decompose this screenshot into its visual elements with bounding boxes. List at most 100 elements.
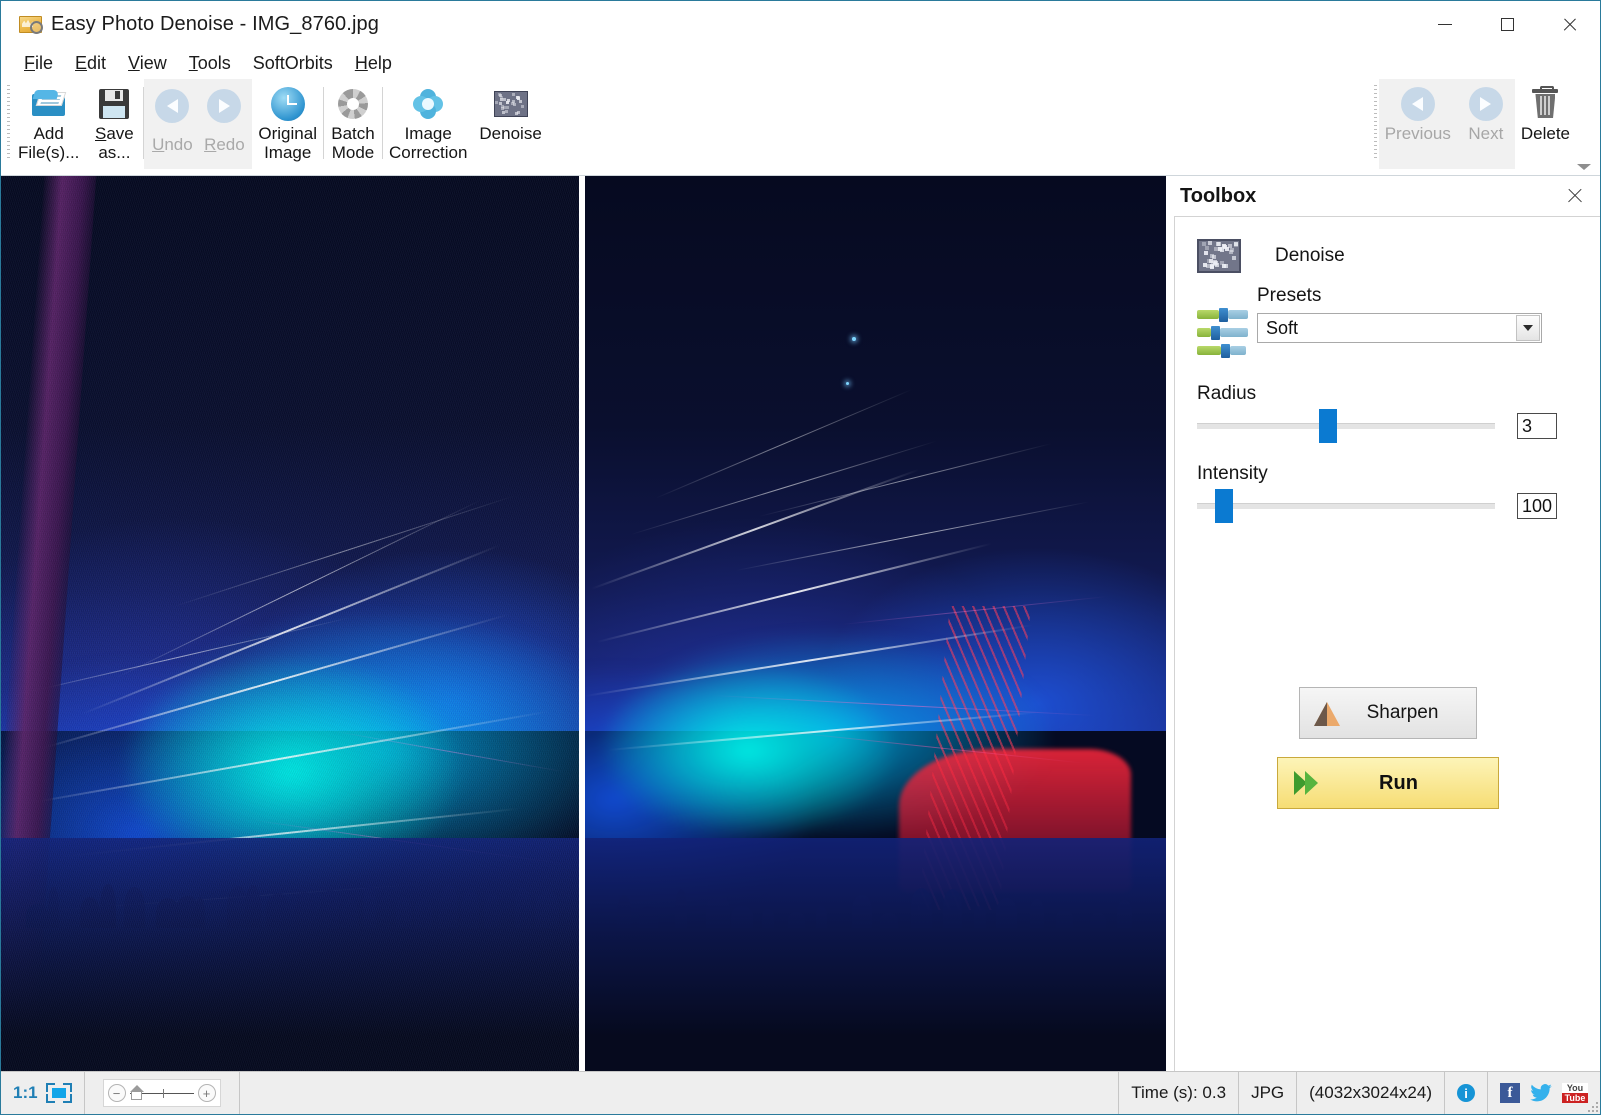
zoom-slider[interactable]: − + xyxy=(103,1079,221,1107)
menu-help-rest: elp xyxy=(368,53,392,73)
fit-to-window-icon[interactable] xyxy=(46,1083,72,1103)
nav-group-grip[interactable] xyxy=(1374,85,1377,161)
menu-file-rest: ile xyxy=(35,53,53,73)
history-clock-icon xyxy=(271,85,305,123)
image-correction-label: Image Correction xyxy=(389,124,467,162)
radius-slider-thumb[interactable] xyxy=(1319,409,1337,443)
twitter-icon[interactable] xyxy=(1530,1084,1552,1102)
zoom-slider-tick xyxy=(163,1089,164,1098)
toolbar: Add File(s)... Save as... Undo Redo Orig… xyxy=(1,79,1600,176)
previous-button[interactable]: Previous xyxy=(1379,79,1457,169)
next-button[interactable]: Next xyxy=(1457,79,1515,169)
redo-arrow-icon xyxy=(207,89,241,123)
facebook-icon[interactable]: f xyxy=(1500,1083,1520,1103)
preview-canvas xyxy=(1,176,1163,1071)
status-spacer xyxy=(240,1072,1120,1114)
undo-arrow-icon xyxy=(155,89,189,123)
menu-view[interactable]: View xyxy=(117,50,178,77)
sharpen-label: Sharpen xyxy=(1340,702,1476,724)
toolbox-close-icon[interactable] xyxy=(1564,185,1586,207)
zoom-home-icon[interactable] xyxy=(130,1085,144,1101)
open-folder-icon xyxy=(32,85,66,123)
redo-button[interactable]: Redo xyxy=(198,79,250,169)
app-icon xyxy=(19,14,41,34)
add-files-label: Add File(s)... xyxy=(18,124,79,162)
radius-value-field[interactable]: 3 xyxy=(1517,413,1557,439)
toolbox-content: Denoise Presets Soft Radius 3 Intensity … xyxy=(1174,216,1600,1071)
delete-label: Delete xyxy=(1521,124,1570,143)
original-image-label: Original Image xyxy=(258,124,317,162)
dimensions-cell: (4032x3024x24) xyxy=(1297,1072,1445,1114)
youtube-top-label: You xyxy=(1562,1083,1588,1093)
menu-edit[interactable]: Edit xyxy=(64,50,117,77)
radius-control: Radius 3 xyxy=(1175,383,1600,441)
gear-icon xyxy=(336,85,370,123)
delete-button[interactable]: Delete xyxy=(1515,79,1576,169)
intensity-slider-track xyxy=(1197,503,1495,509)
chevron-down-icon[interactable] xyxy=(1576,162,1592,172)
sharpen-icon xyxy=(1314,700,1340,726)
redo-label: Redo xyxy=(204,135,245,155)
resize-grip[interactable] xyxy=(1586,1100,1598,1112)
intensity-slider[interactable] xyxy=(1197,491,1495,521)
toolbar-grip[interactable] xyxy=(7,85,10,161)
menu-tools[interactable]: Tools xyxy=(178,50,242,77)
undo-button[interactable]: Undo xyxy=(146,79,198,169)
image-correction-button[interactable]: Image Correction xyxy=(383,79,473,169)
application-window: Easy Photo Denoise - IMG_8760.jpg File E… xyxy=(0,0,1601,1115)
youtube-bottom-label: Tube xyxy=(1562,1093,1588,1103)
denoise-icon xyxy=(494,85,528,123)
run-button[interactable]: Run xyxy=(1277,757,1499,809)
window-controls xyxy=(1414,1,1600,47)
minimize-icon xyxy=(1438,24,1452,25)
menu-softorbits[interactable]: SoftOrbits xyxy=(242,50,344,77)
minimize-button[interactable] xyxy=(1414,1,1476,47)
menu-view-rest: iew xyxy=(140,53,167,73)
intensity-value-field[interactable]: 100 xyxy=(1517,493,1557,519)
prev-next-group: Previous Next xyxy=(1379,79,1515,169)
zoom-ratio-cell[interactable]: 1:1 xyxy=(1,1072,85,1114)
next-label: Next xyxy=(1468,124,1503,143)
toolbox-panel: Toolbox Denoise Presets Soft Radius 3 In… xyxy=(1163,176,1600,1071)
save-as-button[interactable]: Save as... xyxy=(85,79,143,169)
presets-row: Presets Soft xyxy=(1175,285,1600,361)
batch-mode-label: Batch Mode xyxy=(331,124,374,162)
denoise-button[interactable]: Denoise xyxy=(473,79,547,169)
presets-dropdown[interactable]: Soft xyxy=(1257,313,1542,343)
flower-correction-icon xyxy=(411,85,445,123)
menu-edit-rest: dit xyxy=(87,53,106,73)
zoom-out-button[interactable]: − xyxy=(108,1084,126,1102)
undo-label: Undo xyxy=(152,135,193,155)
menu-help[interactable]: Help xyxy=(344,50,403,77)
info-icon[interactable]: i xyxy=(1457,1084,1475,1102)
denoise-tool-icon xyxy=(1197,239,1241,273)
save-as-label: Save as... xyxy=(95,124,134,162)
info-cell[interactable]: i xyxy=(1445,1072,1488,1114)
floppy-disk-icon xyxy=(99,85,129,123)
radius-slider[interactable] xyxy=(1197,411,1495,441)
menu-tools-rest: ools xyxy=(198,53,231,73)
title-bar: Easy Photo Denoise - IMG_8760.jpg xyxy=(1,1,1600,47)
undo-redo-group: Undo Redo xyxy=(144,79,252,169)
denoised-image-pane[interactable] xyxy=(585,176,1166,1071)
run-arrows-icon xyxy=(1294,771,1324,795)
close-button[interactable] xyxy=(1538,1,1600,47)
denoised-photo xyxy=(585,176,1166,1071)
maximize-button[interactable] xyxy=(1476,1,1538,47)
sharpen-button[interactable]: Sharpen xyxy=(1299,687,1477,739)
status-bar: 1:1 − + Time (s): 0.3 JPG (4032x3024x24)… xyxy=(1,1071,1600,1114)
original-image-pane[interactable] xyxy=(1,176,579,1071)
zoom-ratio-label: 1:1 xyxy=(13,1083,38,1103)
presets-selected-value: Soft xyxy=(1258,318,1298,339)
zoom-in-button[interactable]: + xyxy=(198,1084,216,1102)
chevron-down-icon[interactable] xyxy=(1516,315,1540,341)
youtube-icon[interactable]: You Tube xyxy=(1562,1083,1588,1103)
main-area: Toolbox Denoise Presets Soft Radius 3 In… xyxy=(1,176,1600,1071)
menu-file[interactable]: File xyxy=(13,50,64,77)
active-tool-row: Denoise xyxy=(1175,217,1600,273)
intensity-slider-thumb[interactable] xyxy=(1215,489,1233,523)
batch-mode-button[interactable]: Batch Mode xyxy=(324,79,382,169)
original-image-button[interactable]: Original Image xyxy=(252,79,323,169)
add-files-button[interactable]: Add File(s)... xyxy=(12,79,85,169)
toolbox-title: Toolbox xyxy=(1180,185,1256,208)
